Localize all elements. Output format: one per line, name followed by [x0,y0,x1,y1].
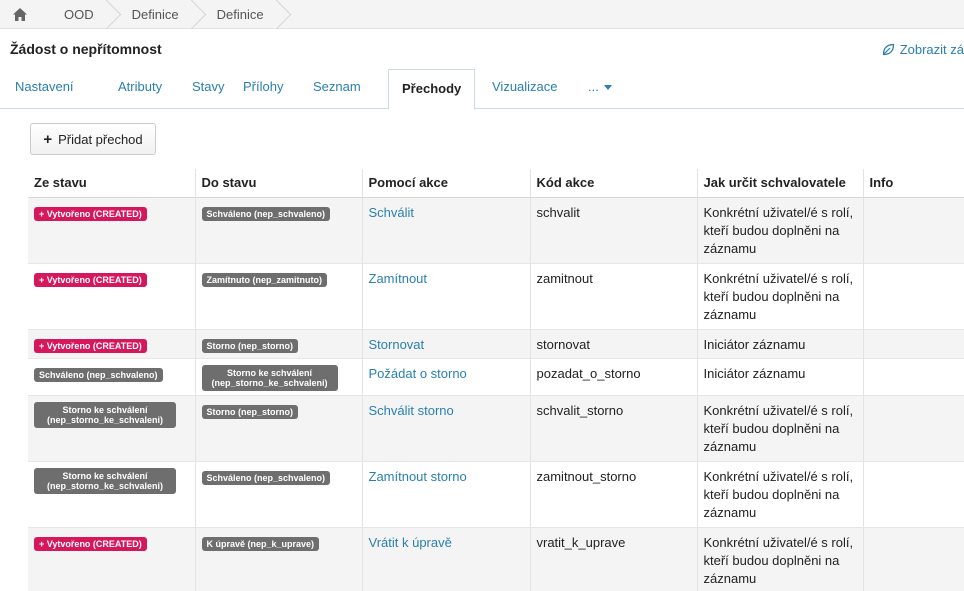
approver-cell: Konkrétní uživatel/é s rolí, kteří budou… [696,461,863,528]
add-transition-button[interactable]: + Přidat přechod [30,123,156,155]
from-state-badge: + Vytvořeno (CREATED) [34,272,147,287]
show-link[interactable]: Zobrazit zá [882,42,964,57]
table-row: Storno ke schválení (nep_storno_ke_schva… [28,395,964,462]
header-do-stavu: Do stavu [194,169,362,198]
approver-cell: Konkrétní uživatel/é s rolí, kteří budou… [696,395,863,462]
table-row: Storno ke schválení (nep_storno_ke_schva… [28,461,964,528]
approver-cell: Iniciátor záznamu [696,358,863,396]
to-state-badge: Storno (nep_storno) [201,338,298,353]
tab-more[interactable]: ... [588,79,613,103]
from-state-badge: + Vytvořeno (CREATED) [34,206,147,221]
header-info: Info [862,169,964,198]
approver-cell: Konkrétní uživatel/é s rolí, kteří budou… [696,527,863,591]
show-link-label: Zobrazit zá [899,42,964,57]
action-link[interactable]: Schválit [369,205,415,220]
action-link[interactable]: Stornovat [369,337,425,352]
info-cell [862,197,964,264]
info-cell [862,395,964,462]
action-link[interactable]: Schválit storno [369,403,454,418]
from-state-badge: + Vytvořeno (CREATED) [34,536,147,551]
info-cell [862,527,964,591]
to-state-badge: K úpravě (nep_k_uprave) [201,536,320,551]
transitions-table: Ze stavu Do stavu Pomocí akce Kód akce J… [28,169,964,591]
breadcrumb: OOD Definice Definice [0,0,964,29]
info-cell [862,358,964,396]
plus-icon: + [43,130,53,148]
tab-prilohy[interactable]: Přílohy [243,79,283,103]
action-code: pozadat_o_storno [529,358,697,396]
approver-cell: Iniciátor záznamu [696,329,863,359]
info-cell [862,461,964,528]
header-jak-urcit-schvalovatele: Jak určit schvalovatele [696,169,863,198]
to-state-badge: Storno ke schválení (nep_storno_ke_schva… [201,364,338,391]
table-row: + Vytvořeno (CREATED) Zamítnuto (nep_zam… [28,263,964,330]
tab-atributy[interactable]: Atributy [118,79,162,103]
action-code: schvalit_storno [529,395,697,462]
tab-nastaveni[interactable]: Nastavení [15,79,74,103]
tab-vizualizace[interactable]: Vizualizace [492,79,558,103]
action-code: zamitnout_storno [529,461,697,528]
info-cell [862,263,964,330]
caret-down-icon [604,84,613,90]
from-state-badge: Storno ke schválení (nep_storno_ke_schva… [34,467,176,494]
add-transition-label: Přidat přechod [58,131,143,147]
approver-cell: Konkrétní uživatel/é s rolí, kteří budou… [696,263,863,330]
action-code: schvalit [529,197,697,264]
tab-prechody[interactable]: Přechody [388,69,476,110]
action-link[interactable]: Zamítnout [369,271,428,286]
breadcrumb-item-ood[interactable]: OOD [40,0,108,29]
header-pomoci-akce: Pomocí akce [361,169,530,198]
to-state-badge: Schváleno (nep_schvaleno) [201,470,331,485]
action-link[interactable]: Vrátit k úpravě [369,535,452,550]
to-state-badge: Zamítnuto (nep_zamitnuto) [201,272,327,287]
header-ze-stavu: Ze stavu [28,169,195,198]
table-row: Schváleno (nep_schvaleno) Storno ke schv… [28,358,964,396]
to-state-badge: Schváleno (nep_schvaleno) [201,206,331,221]
page-title: Žádost o nepřítomnost [10,41,162,57]
action-link[interactable]: Požádat o storno [369,366,467,381]
approver-cell: Konkrétní uživatel/é s rolí, kteří budou… [696,197,863,264]
from-state-badge: Schváleno (nep_schvaleno) [34,367,163,382]
table-row: + Vytvořeno (CREATED) K úpravě (nep_k_up… [28,527,964,591]
home-icon [13,7,27,21]
header-kod-akce: Kód akce [529,169,697,198]
action-code: stornovat [529,329,697,359]
info-cell [862,329,964,359]
home-button[interactable] [0,0,40,29]
table-header-row: Ze stavu Do stavu Pomocí akce Kód akce J… [28,169,964,198]
to-state-badge: Storno (nep_storno) [201,404,298,419]
action-link[interactable]: Zamítnout storno [369,469,467,484]
leaf-icon [882,43,894,56]
tab-stavy[interactable]: Stavy [192,79,225,103]
tab-more-label: ... [588,79,599,94]
action-code: vratit_k_uprave [529,527,697,591]
from-state-badge: Storno ke schválení (nep_storno_ke_schva… [34,401,176,428]
from-state-badge: + Vytvořeno (CREATED) [34,338,147,353]
table-row: + Vytvořeno (CREATED) Schváleno (nep_sch… [28,197,964,264]
table-row: + Vytvořeno (CREATED) Storno (nep_storno… [28,329,964,359]
tab-seznam[interactable]: Seznam [313,79,361,103]
tab-bar: Nastavení Atributy Stavy Přílohy Seznam … [0,69,964,110]
action-code: zamitnout [529,263,697,330]
